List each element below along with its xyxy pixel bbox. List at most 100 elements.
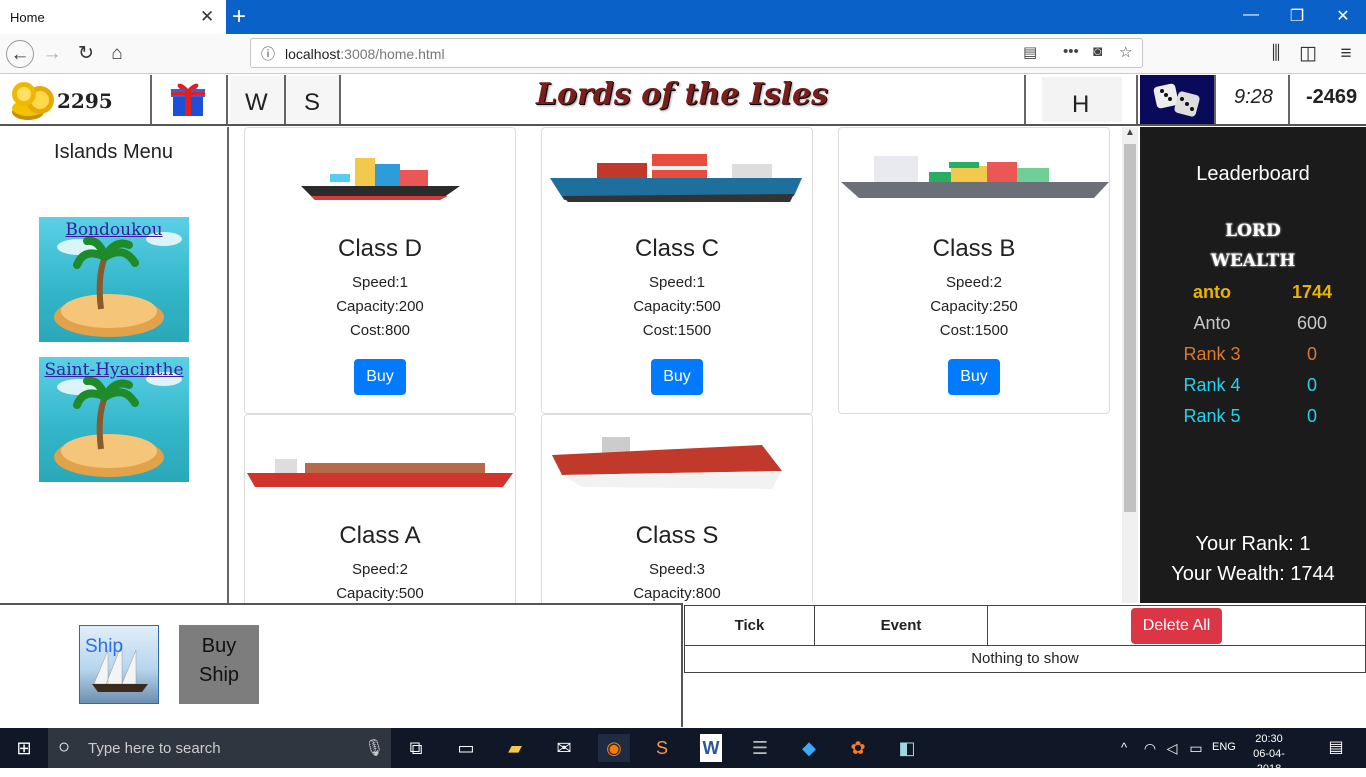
taskbar-search[interactable]: ○ Type here to search 🎙 [48, 728, 391, 768]
app-icon[interactable]: ◧ [891, 734, 923, 762]
new-tab-icon[interactable]: + [232, 3, 246, 31]
h-button[interactable]: H [1042, 77, 1122, 122]
sidebar-toggle-icon[interactable]: ◫ [1294, 40, 1322, 68]
library-icon[interactable]: ⫼ [1262, 40, 1290, 68]
browser-nav-bar: ← → ↻ ⌂ ⓘ localhost:3008/home.html ▤ •••… [0, 34, 1366, 74]
tab-title: Home [10, 10, 45, 25]
game-header: 2295 W S Lords of the Isles H 9:28 -2469 [0, 75, 1366, 126]
close-tab-icon[interactable]: ✕ [200, 7, 214, 27]
buy-button[interactable]: Buy [354, 359, 406, 395]
minimize-icon[interactable]: — [1228, 6, 1274, 24]
scrollbar-thumb[interactable] [1124, 144, 1136, 512]
info-icon[interactable]: ⓘ [261, 44, 275, 64]
ship-card: Class S Speed:3 Capacity:800 [541, 414, 813, 603]
your-wealth: Your Wealth: 1744 [1171, 563, 1335, 585]
dice-button[interactable] [1140, 75, 1216, 124]
battery-icon[interactable]: ▭ [1180, 734, 1212, 762]
coin-count: 2295 [57, 89, 113, 113]
scroll-up-icon[interactable]: ▲ [1125, 127, 1135, 138]
reload-icon[interactable]: ↻ [72, 40, 100, 68]
ship-cost: Cost:1500 [939, 322, 1009, 339]
gold-coins-icon [12, 82, 54, 120]
ship-label: Ship [85, 636, 124, 657]
task-view-icon[interactable]: ⧉ [400, 734, 432, 762]
word-icon[interactable]: W [700, 734, 722, 762]
microphone-icon[interactable]: 🎙 [364, 738, 384, 758]
gift-button[interactable] [152, 75, 228, 124]
ship-class-name: Class A [339, 522, 421, 549]
tick-column-header: Tick [684, 605, 815, 646]
reader-view-icon[interactable]: ▤ [1023, 43, 1037, 61]
delete-all-button[interactable]: Delete All [1130, 607, 1223, 644]
terminal-icon[interactable]: ▭ [450, 734, 482, 762]
ship-class-name: Class D [337, 235, 422, 262]
buy-ship-button[interactable]: Buy Ship [179, 625, 259, 704]
taskbar: ⊞ ○ Type here to search 🎙 ⧉ ▭ ▰ ✉ ◉ S W … [0, 728, 1366, 775]
notifications-icon[interactable]: ▤ [1320, 734, 1352, 762]
home-icon[interactable]: ⌂ [103, 40, 131, 68]
pocket-icon[interactable]: ◙ [1093, 43, 1102, 60]
ship-card: Class C Speed:1 Capacity:500 Cost:1500 Buy [541, 127, 813, 414]
ship-speed: Speed:3 [649, 561, 705, 578]
buy-button[interactable]: Buy [651, 359, 703, 395]
island-link[interactable]: Saint-Hyacinthe [39, 360, 189, 380]
h-label: H [1072, 91, 1090, 118]
timer: 9:28 [1234, 86, 1273, 108]
ship-card: Class B Speed:2 Capacity:250 Cost:1500 Buy [838, 127, 1110, 414]
lord-wealth: 0 [1306, 406, 1317, 426]
wealth-column-header: WEALTH [1210, 251, 1296, 271]
clock-date: 06-04-2018 [1253, 748, 1285, 775]
database-icon[interactable]: ☰ [744, 734, 776, 762]
vscode-icon[interactable]: ◆ [793, 734, 825, 762]
ship-capacity: Capacity:800 [633, 585, 721, 602]
page-actions-icon[interactable]: ••• [1063, 43, 1079, 60]
lord-wealth: 600 [1296, 313, 1328, 333]
xampp-icon[interactable]: ✿ [842, 734, 874, 762]
lord-name: anto [1193, 282, 1231, 302]
bookmark-star-icon[interactable]: ☆ [1119, 43, 1132, 61]
island-card[interactable]: Saint-Hyacinthe [39, 357, 189, 482]
score: -2469 [1306, 86, 1358, 108]
windows-start-icon[interactable]: ⊞ [8, 734, 40, 762]
ship-speed: Speed:1 [649, 274, 705, 291]
ship-speed: Speed:2 [352, 561, 408, 578]
event-column-header: Event [814, 605, 988, 646]
buy-button[interactable]: Buy [948, 359, 1000, 395]
language-indicator[interactable]: ENG [1212, 741, 1236, 753]
menu-icon[interactable]: ≡ [1332, 40, 1360, 68]
w-button[interactable]: W [230, 75, 286, 124]
file-explorer-icon[interactable]: ▰ [499, 734, 531, 762]
forward-icon[interactable]: → [38, 40, 66, 68]
back-icon[interactable]: ← [6, 40, 34, 68]
ship-capacity: Capacity:500 [633, 298, 721, 315]
coins-panel: 2295 [0, 75, 152, 124]
lord-column-header: LORD [1225, 221, 1281, 241]
browser-tab[interactable]: Home ✕ [0, 0, 226, 34]
ship-image [247, 459, 513, 487]
leaderboard: Leaderboard LORD WEALTH anto 1744 Anto 600… [1140, 127, 1366, 603]
ship-button[interactable]: Ship [79, 625, 159, 704]
islands-sidebar: Islands Menu Bondoukou Saint-Hyacinthe [0, 127, 229, 603]
ship-image [552, 437, 782, 489]
shop-scrollbar[interactable]: ▲ [1122, 127, 1138, 603]
restore-icon[interactable]: ❐ [1274, 6, 1320, 26]
empty-events-message: Nothing to show [684, 645, 1366, 673]
sublime-icon[interactable]: S [646, 734, 678, 762]
w-label: W [245, 89, 268, 116]
clock[interactable]: 20:30 06-04-2018 [1244, 732, 1294, 777]
score-panel: -2469 [1290, 75, 1366, 124]
clock-time: 20:30 [1255, 733, 1283, 745]
firefox-icon[interactable]: ◉ [598, 734, 630, 762]
ship-capacity: Capacity:200 [336, 298, 424, 315]
ship-capacity: Capacity:250 [930, 298, 1018, 315]
mail-icon[interactable]: ✉ [548, 734, 580, 762]
s-button[interactable]: S [286, 75, 341, 124]
lord-wealth: 1744 [1291, 282, 1333, 302]
dice-icon [1153, 83, 1200, 117]
s-label: S [304, 89, 321, 116]
lord-name: Rank 3 [1183, 344, 1241, 364]
close-window-icon[interactable]: ✕ [1320, 6, 1366, 26]
url-bar[interactable]: ⓘ localhost:3008/home.html ▤ ••• ◙ ☆ [250, 38, 1143, 68]
island-card[interactable]: Bondoukou [39, 217, 189, 342]
island-link[interactable]: Bondoukou [39, 220, 189, 240]
